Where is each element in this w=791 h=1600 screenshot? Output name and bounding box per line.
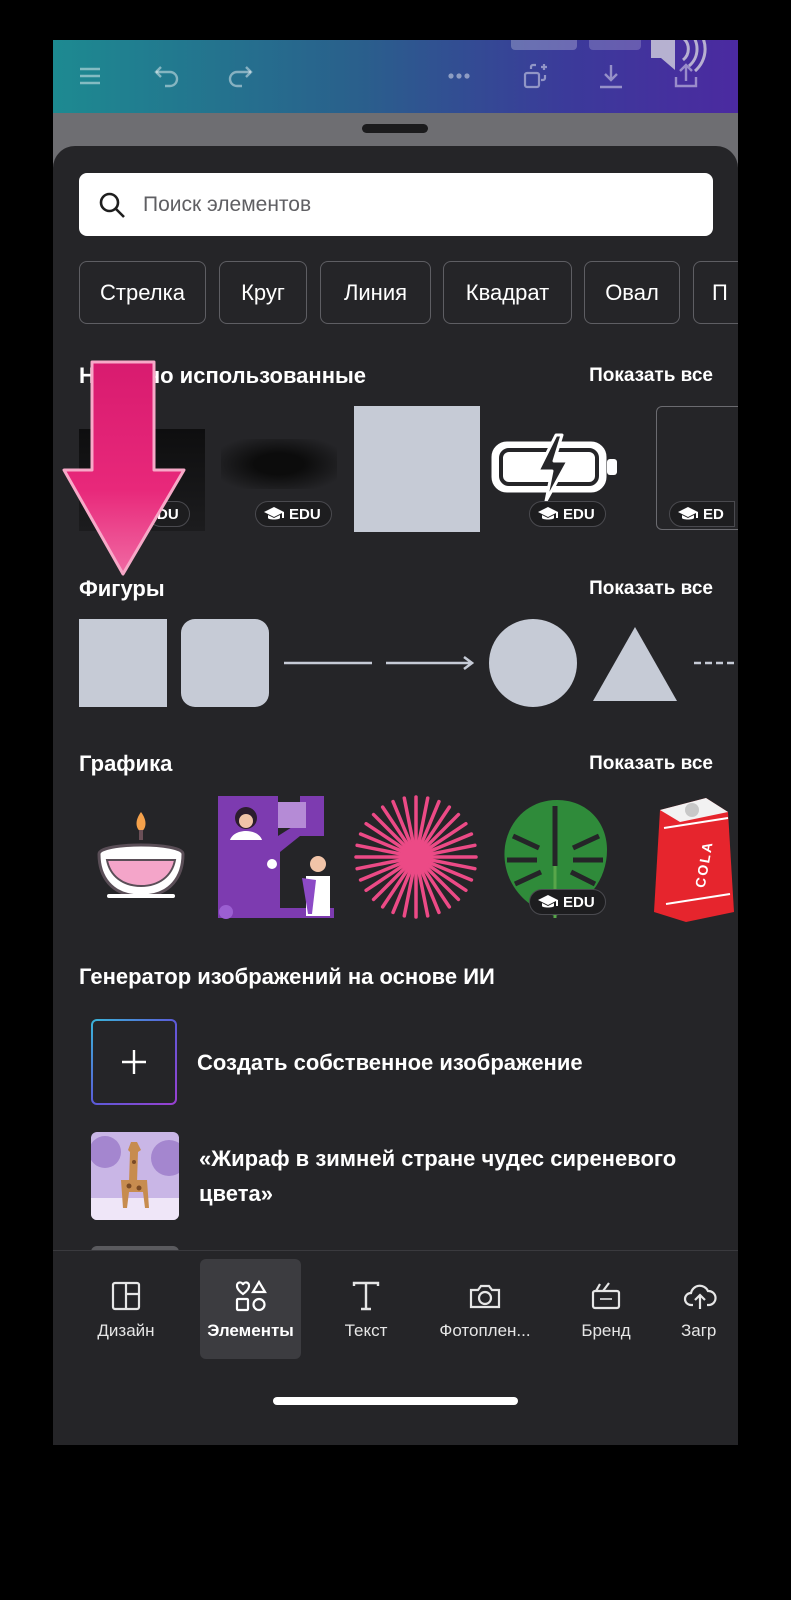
- edu-badge: EDU: [255, 501, 332, 527]
- chip-circle[interactable]: Круг: [219, 261, 307, 324]
- candle-graphic[interactable]: [93, 806, 189, 902]
- plus-icon[interactable]: [91, 1019, 177, 1105]
- graduation-cap-icon: [678, 507, 698, 520]
- speaker-icon: [647, 40, 707, 74]
- shape-arrow-line[interactable]: [386, 619, 475, 707]
- chip-oval[interactable]: Овал: [584, 261, 680, 324]
- shapes-show-all-link[interactable]: Показать все: [589, 578, 713, 600]
- pink-burst-graphic[interactable]: [353, 794, 479, 920]
- menu-icon[interactable]: [68, 54, 112, 98]
- bottom-navigation: Дизайн Элементы Текст Фотоплен... Бренд …: [53, 1250, 738, 1439]
- status-pill: [511, 40, 577, 50]
- graduation-cap-icon: [538, 895, 558, 908]
- search-icon: [99, 192, 125, 218]
- nav-design[interactable]: Дизайн: [81, 1259, 171, 1359]
- pink-arrow-annotation: [60, 358, 190, 580]
- ai-section-title: Генератор изображений на основе ИИ: [79, 964, 495, 989]
- people-toasting-graphic[interactable]: [216, 794, 342, 920]
- recent-show-all-link[interactable]: Показать все: [589, 365, 713, 387]
- nav-uploads[interactable]: Загр: [675, 1259, 738, 1359]
- shape-rounded-square[interactable]: [181, 619, 269, 707]
- magic-resize-icon[interactable]: [514, 54, 558, 98]
- recent-item-square[interactable]: [354, 406, 480, 532]
- edu-badge: EDU: [529, 889, 606, 915]
- edu-badge: EDU: [529, 501, 606, 527]
- graphics-show-all-link[interactable]: Показать все: [589, 753, 713, 775]
- camera-icon: [469, 1284, 501, 1309]
- chip-square[interactable]: Квадрат: [443, 261, 572, 324]
- upload-icon: [683, 1284, 717, 1309]
- nav-camera-roll[interactable]: Фотоплен...: [433, 1259, 537, 1359]
- layout-icon: [111, 1281, 141, 1311]
- shape-line[interactable]: [284, 619, 372, 707]
- burst-center: [402, 843, 430, 871]
- edu-badge: ED: [669, 501, 735, 527]
- ai-create-row[interactable]: Создать собственное изображение: [91, 1019, 583, 1105]
- undo-icon[interactable]: [145, 54, 189, 98]
- shape-triangle[interactable]: [591, 619, 679, 707]
- download-icon[interactable]: [589, 54, 633, 98]
- shape-dashed-line[interactable]: [694, 619, 738, 707]
- phone-screen: Поиск элементов Стрелка Круг Линия Квадр…: [53, 40, 738, 1445]
- brand-icon: [591, 1282, 621, 1310]
- search-placeholder: Поиск элементов: [143, 192, 312, 216]
- shape-square[interactable]: [79, 619, 167, 707]
- more-icon[interactable]: [437, 54, 481, 98]
- search-input[interactable]: Поиск элементов: [79, 173, 713, 236]
- battery-charging-icon[interactable]: [490, 431, 622, 503]
- editor-toolbar: [53, 40, 738, 113]
- cola-can-graphic[interactable]: COLA: [650, 796, 738, 922]
- text-icon: [352, 1281, 380, 1311]
- home-indicator: [273, 1397, 518, 1405]
- shapes-icon: [235, 1279, 267, 1312]
- sheet-drag-handle[interactable]: [362, 124, 428, 133]
- recent-item-2[interactable]: [221, 439, 337, 489]
- chip-line[interactable]: Линия: [320, 261, 431, 324]
- graduation-cap-icon: [264, 507, 284, 520]
- shape-circle[interactable]: [489, 619, 577, 707]
- status-pill: [589, 40, 641, 50]
- ai-create-label: Создать собственное изображение: [197, 1049, 583, 1075]
- redo-icon[interactable]: [218, 54, 262, 98]
- nav-elements[interactable]: Элементы: [200, 1259, 301, 1359]
- graduation-cap-icon: [538, 507, 558, 520]
- graphics-section-title: Графика: [79, 751, 173, 776]
- nav-brand[interactable]: Бренд: [563, 1259, 649, 1359]
- chip-more[interactable]: П: [693, 261, 738, 324]
- ai-prompt-row[interactable]: «Жираф в зимней стране чудес сиреневого …: [91, 1132, 719, 1220]
- ai-prompt-label: «Жираф в зимней стране чудес сиреневого …: [199, 1146, 677, 1206]
- chip-arrow[interactable]: Стрелка: [79, 261, 206, 324]
- giraffe-thumbnail: [91, 1132, 179, 1220]
- nav-text[interactable]: Текст: [326, 1259, 406, 1359]
